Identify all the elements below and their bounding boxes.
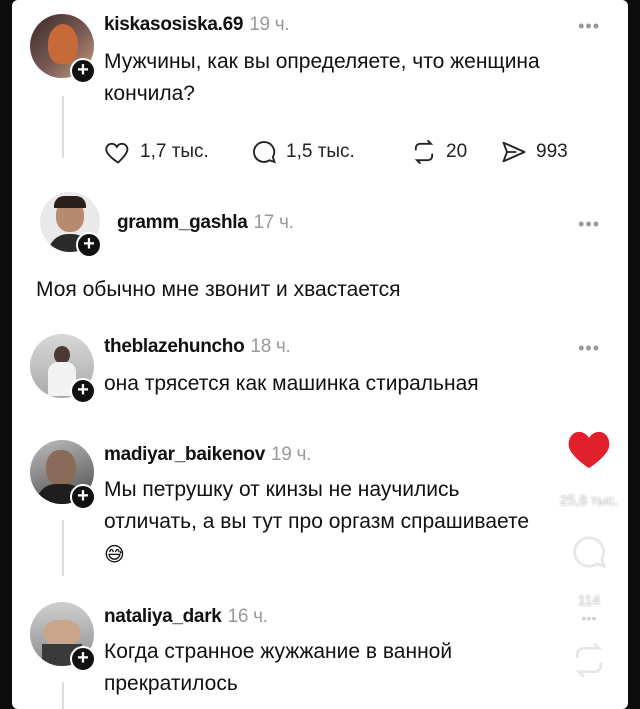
follow-plus-button[interactable]: + bbox=[70, 58, 96, 84]
follow-plus-button[interactable]: + bbox=[76, 232, 102, 258]
overlay-repost-button[interactable] bbox=[554, 640, 624, 685]
overlay-more-icon[interactable]: ••• bbox=[554, 610, 624, 626]
comment-text-line: прекратилось bbox=[104, 672, 238, 695]
post-text-line: кончила? bbox=[104, 82, 195, 105]
thread-line bbox=[62, 520, 64, 576]
overlay-comment-button[interactable] bbox=[554, 532, 624, 577]
username[interactable]: theblazehuncho 18 ч. bbox=[104, 336, 291, 358]
follow-plus-button[interactable]: + bbox=[70, 484, 96, 510]
follow-plus-button[interactable]: + bbox=[70, 646, 96, 672]
like-button[interactable]: 1,7 тыс. bbox=[104, 137, 209, 167]
action-bar: 1,7 тыс. 1,5 тыс. 20 993 bbox=[104, 137, 584, 167]
timestamp: 19 ч. bbox=[249, 14, 290, 35]
like-count: 1,7 тыс. bbox=[140, 141, 209, 162]
post-kiskasosiska: + kiskasosiska.69 19 ч. ••• Мужчины, как … bbox=[12, 0, 628, 190]
post-text: Мужчины, как вы определяете, что женщина… bbox=[104, 46, 604, 110]
username-text[interactable]: madiyar_baikenov bbox=[104, 444, 265, 465]
thread-line bbox=[62, 682, 64, 709]
comment-text-line: Мы петрушку от кинзы не научились bbox=[104, 478, 460, 501]
heart-icon bbox=[568, 431, 610, 469]
follow-plus-button[interactable]: + bbox=[70, 378, 96, 404]
timestamp: 19 ч. bbox=[271, 444, 312, 465]
username-text[interactable]: theblazehuncho bbox=[104, 336, 245, 357]
username[interactable]: kiskasosiska.69 19 ч. bbox=[104, 14, 290, 36]
comment-count: 1,5 тыс. bbox=[286, 141, 355, 162]
comment-button[interactable]: 1,5 тыс. bbox=[250, 137, 355, 167]
username-text[interactable]: nataliya_dark bbox=[104, 606, 222, 627]
comment-text: Мы петрушку от кинзы не научились отлича… bbox=[104, 474, 584, 570]
timestamp: 16 ч. bbox=[227, 606, 268, 627]
overlay-sidebar: 25,8 тыс. 114 ••• bbox=[554, 428, 624, 708]
repost-icon bbox=[414, 139, 434, 165]
share-button[interactable]: 993 bbox=[500, 137, 568, 167]
username-text[interactable]: gramm_gashla bbox=[117, 212, 248, 233]
overlay-comment-count: 114 bbox=[577, 592, 601, 608]
post-text-line: Мужчины, как вы определяете, что женщина bbox=[104, 50, 540, 73]
repost-icon bbox=[575, 642, 603, 678]
comment-icon bbox=[573, 536, 607, 569]
username[interactable]: gramm_gashla 17 ч. bbox=[117, 212, 294, 234]
timestamp: 18 ч. bbox=[250, 336, 291, 357]
username[interactable]: nataliya_dark 16 ч. bbox=[104, 606, 268, 628]
comment-text: она трясется как машинка стиральная bbox=[104, 372, 479, 395]
comment-gramm-gashla: + gramm_gashla 17 ч. ••• Моя обычно мне з… bbox=[12, 186, 628, 316]
username-text[interactable]: kiskasosiska.69 bbox=[104, 14, 243, 35]
comment-text-line: Когда странное жужжание в ванной bbox=[104, 640, 453, 663]
comment-theblazehuncho: + theblazehuncho 18 ч. ••• она трясется к… bbox=[12, 330, 628, 420]
comment-text-line: отличать, а вы тут про оргазм спрашивает… bbox=[104, 510, 530, 533]
comment-text: Когда странное жужжание в ванной прекрат… bbox=[104, 636, 584, 700]
comment-icon bbox=[253, 141, 276, 164]
repost-count: 20 bbox=[446, 141, 468, 162]
emoji: 😅 bbox=[104, 542, 125, 566]
comment-madiyar-baikenov: + madiyar_baikenov 19 ч. Мы петрушку от к… bbox=[12, 436, 628, 586]
feed-card: + kiskasosiska.69 19 ч. ••• Мужчины, как … bbox=[12, 0, 628, 709]
overlay-like-count: 25,8 тыс. bbox=[559, 492, 619, 508]
thread-line bbox=[62, 96, 64, 158]
share-count: 993 bbox=[536, 141, 568, 162]
repost-button[interactable]: 20 bbox=[410, 137, 467, 167]
overlay-like-button[interactable] bbox=[554, 428, 624, 475]
more-icon[interactable]: ••• bbox=[578, 338, 600, 359]
comment-text: Моя обычно мне звонит и хвастается bbox=[36, 278, 401, 301]
comment-nataliya-dark: + nataliya_dark 16 ч. Когда странное жужж… bbox=[12, 596, 628, 709]
username[interactable]: madiyar_baikenov 19 ч. bbox=[104, 444, 311, 466]
heart-icon bbox=[105, 142, 129, 164]
timestamp: 17 ч. bbox=[253, 212, 294, 233]
more-icon[interactable]: ••• bbox=[578, 214, 600, 235]
more-icon[interactable]: ••• bbox=[578, 16, 600, 37]
send-icon bbox=[502, 141, 526, 163]
